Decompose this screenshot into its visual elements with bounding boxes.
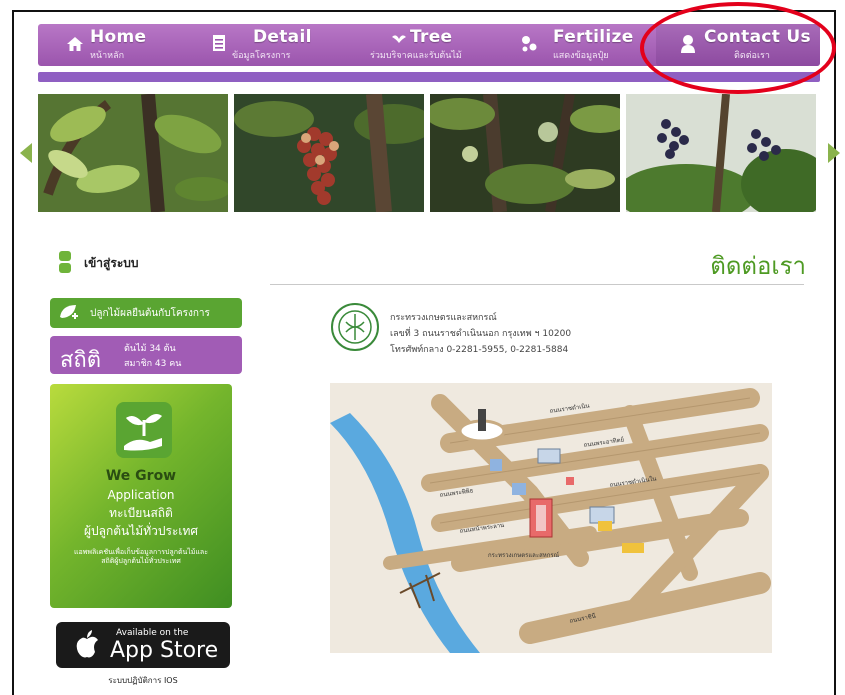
document-icon xyxy=(212,34,226,56)
org-name: กระทรวงเกษตรและสหกรณ์ xyxy=(390,313,497,323)
hand-plant-icon xyxy=(116,402,172,462)
tree-icon xyxy=(390,30,408,49)
login-label: เข้าสู่ระบบ xyxy=(84,256,139,270)
app-store-big: App Store xyxy=(110,638,219,663)
org-phone: โทรศัพท์กลาง 0-2281-5955, 0-2281-5884 xyxy=(390,345,569,355)
nav-detail-label: Detail xyxy=(253,27,312,47)
nav-fertilize[interactable]: Fertilize แสดงข้อมูลปุ๋ย xyxy=(503,24,653,66)
wegrow-line2: ผู้ปลูกต้นไม้ทั่วประเทศ xyxy=(84,524,198,538)
nav-detail[interactable]: Detail ข้อมูลโครงการ xyxy=(198,24,348,66)
page-title: ติดต่อเรา xyxy=(710,252,806,280)
leaf-plus-icon xyxy=(58,303,80,327)
apple-icon xyxy=(74,630,100,664)
stats-members: สมาชิก 43 คน xyxy=(124,359,182,369)
wegrow-description: แอพพลิเคชันเพื่อเก็บข้อมูลการปลูกต้นไม้แ… xyxy=(74,548,208,565)
org-address: เลขที่ 3 ถนนราชดำเนินนอก กรุงเทพ ฯ 10200 xyxy=(390,329,572,339)
nav-fertilize-sub: แสดงข้อมูลปุ๋ย xyxy=(553,51,609,61)
nav-tree[interactable]: Tree ร่วมบริจาคและรับต้นไม้ xyxy=(348,24,503,66)
stats-box: สถิติ ต้นไม้ 34 ต้น สมาชิก 43 คน xyxy=(50,336,242,374)
nav-tree-label: Tree xyxy=(410,27,453,47)
slider-photo-1 xyxy=(38,94,228,212)
plant-tree-button[interactable]: ปลูกไม้ผลยืนต้นกับโครงการ xyxy=(50,298,242,328)
nav-tree-sub: ร่วมบริจาคและรับต้นไม้ xyxy=(370,51,462,61)
login-icon xyxy=(58,250,72,278)
wegrow-line1: ทะเบียนสถิติ xyxy=(109,506,173,520)
ios-caption: ระบบปฏิบัติการ IOS xyxy=(108,676,178,685)
home-icon xyxy=(66,36,84,56)
wegrow-title: We Grow xyxy=(105,468,177,484)
app-store-small: Available on the xyxy=(116,628,189,638)
slider-photo-3 xyxy=(430,94,620,212)
location-map: ถนนราชดำเนิน ถนนพระอาทิตย์ ถนนราชดำเนินใ… xyxy=(330,383,772,653)
sidebar: เข้าสู่ระบบ ปลูกไม้ผลยืนต้นกับโครงการ สถ… xyxy=(50,232,242,687)
nav-detail-sub: ข้อมูลโครงการ xyxy=(232,51,291,61)
wegrow-subtitle: Application xyxy=(107,488,175,502)
nav-home[interactable]: Home หน้าหลัก xyxy=(38,24,198,66)
plant-tree-label: ปลูกไม้ผลยืนต้นกับโครงการ xyxy=(90,308,210,319)
nav-home-sub: หน้าหลัก xyxy=(90,51,125,61)
slider-photo-4 xyxy=(626,94,816,212)
highlight-circle xyxy=(640,2,836,94)
slider-photo-2 xyxy=(234,94,424,212)
nav-fertilize-label: Fertilize xyxy=(553,27,634,47)
wegrow-banner[interactable]: We Grow Application ทะเบียนสถิติ ผู้ปลูก… xyxy=(50,384,232,608)
app-store-badge[interactable]: Available on the App Store xyxy=(56,622,230,668)
login-row[interactable]: เข้าสู่ระบบ xyxy=(58,250,238,274)
nav-home-label: Home xyxy=(90,27,147,47)
title-divider xyxy=(270,284,804,285)
slider-prev-arrow[interactable] xyxy=(20,143,32,163)
fertilize-icon xyxy=(519,34,539,58)
stats-title: สถิติ xyxy=(60,348,102,373)
stats-trees: ต้นไม้ 34 ต้น xyxy=(124,344,176,354)
ministry-logo xyxy=(330,302,380,356)
slider-next-arrow[interactable] xyxy=(828,143,840,163)
